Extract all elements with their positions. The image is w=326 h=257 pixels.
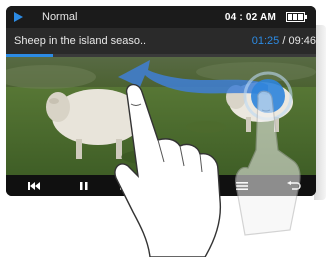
status-clock: 04 : 02 AM (224, 11, 276, 23)
player-screen: Normal 04 : 02 AM Sheep in the island se… (6, 6, 316, 196)
skip-next-icon[interactable] (118, 178, 134, 194)
playback-mode-label: Normal (42, 11, 78, 23)
pause-icon[interactable] (76, 178, 92, 194)
status-bar: Normal 04 : 02 AM (6, 6, 316, 28)
media-player-device: Normal 04 : 02 AM Sheep in the island se… (0, 0, 326, 200)
battery-icon (286, 12, 308, 22)
menu-icon[interactable] (234, 178, 250, 194)
back-icon[interactable] (286, 178, 302, 194)
elapsed-time: 01:25 (251, 35, 280, 47)
video-title: Sheep in the island seaso.. (14, 35, 147, 47)
video-frame[interactable] (6, 57, 316, 175)
play-icon (12, 11, 24, 23)
total-time: 09:46 (288, 35, 316, 47)
now-playing-row: Sheep in the island seaso.. 01:25 / 09:4… (6, 28, 316, 54)
control-bar (6, 175, 316, 196)
playback-time: 01:25 / 09:46 (252, 35, 316, 47)
skip-previous-icon[interactable] (26, 178, 42, 194)
